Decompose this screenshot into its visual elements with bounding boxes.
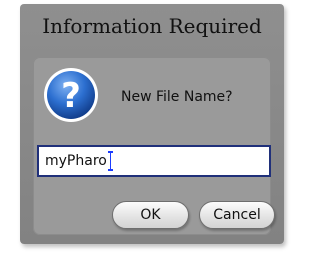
filename-input[interactable]: myPharo [37, 145, 271, 177]
dialog-title: Information Required [42, 14, 262, 38]
filename-input-value: myPharo [45, 153, 107, 169]
svg-text:?: ? [61, 76, 81, 116]
dialog-content-panel: ? New File Name? myPharo OK Cancel [33, 57, 275, 235]
question-icon: ? [44, 68, 98, 122]
text-cursor-icon [107, 151, 113, 171]
prompt-label: New File Name? [121, 89, 233, 105]
information-dialog: Information Required ? New File Name? my… [20, 4, 284, 244]
ok-button[interactable]: OK [112, 201, 189, 229]
cancel-button[interactable]: Cancel [199, 201, 275, 229]
